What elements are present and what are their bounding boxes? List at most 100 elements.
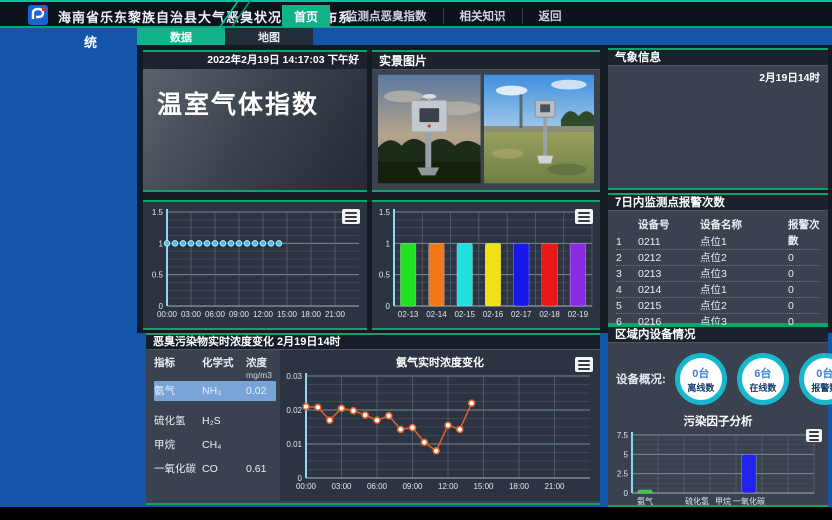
chart-menu-icon[interactable] [806, 429, 822, 442]
photos-panel-title: 实景图片 [372, 52, 600, 70]
cell: NH₃ [202, 381, 246, 401]
weather-body: 2月19日14时 [608, 66, 828, 189]
column-header: 化学式 [202, 357, 246, 381]
cell: 硫化氢 [154, 411, 202, 431]
ammonia-chart-area: 氨气实时浓度变化 00.010.020.0300:0003:0006:0009:… [280, 350, 600, 501]
table-row: 50215点位20 [616, 298, 820, 314]
cell: 点位2 [700, 250, 788, 266]
table-row: 30213点位30 [616, 266, 820, 282]
nav-back[interactable]: 返回 [522, 8, 578, 24]
cell: 0 [788, 282, 820, 298]
device-stat-circle: 6台在线数 [737, 353, 789, 405]
column-header: 浓度mg/m3 [246, 357, 276, 381]
chart-menu-icon[interactable] [342, 209, 360, 224]
tab-map[interactable]: 地图 [225, 28, 313, 45]
unit-label: mg/m3 [246, 369, 276, 381]
svg-text:02-14: 02-14 [426, 310, 447, 319]
svg-text:02-19: 02-19 [568, 310, 589, 319]
pollution-analysis-title: 污染因子分析 [608, 413, 828, 429]
weather-panel: 气象信息 2月19日14时 [608, 48, 828, 190]
svg-text:0: 0 [386, 302, 391, 311]
cell: 0211 [638, 234, 700, 250]
cell: 5 [616, 298, 638, 314]
svg-text:2.5: 2.5 [617, 470, 629, 479]
greeting-panel: 2022年2月19日 14:17:03 下午好 温室气体指数 [143, 50, 367, 192]
device-stats: 0台离线数6台在线数0台报警数 [675, 353, 832, 405]
svg-text:1.5: 1.5 [379, 208, 391, 217]
svg-text:15:00: 15:00 [277, 310, 298, 319]
svg-text:02-18: 02-18 [539, 310, 560, 319]
tab-data[interactable]: 数据 [137, 28, 225, 45]
svg-text:甲烷: 甲烷 [715, 496, 731, 506]
chart-menu-icon[interactable] [575, 209, 593, 224]
cell: 0.02 [246, 381, 276, 401]
pollution-factor-area: 02.557.5氨气硫化氢甲烷一氧化碳 [608, 431, 828, 516]
cell [246, 411, 276, 431]
svg-text:0.02: 0.02 [286, 406, 302, 415]
svg-text:0.01: 0.01 [286, 440, 302, 449]
nav-knowledge[interactable]: 相关知识 [443, 8, 522, 24]
page-headline: 温室气体指数 [143, 69, 367, 121]
view-tabs: 数据 地图 [137, 28, 313, 45]
svg-text:氨气: 氨气 [637, 496, 653, 506]
svg-text:21:00: 21:00 [544, 482, 565, 491]
svg-text:1: 1 [386, 239, 391, 248]
table-row[interactable]: 氨气NH₃0.02 [154, 381, 276, 401]
cell: CH₄ [202, 435, 246, 455]
stat-count: 6台 [754, 365, 771, 381]
device-body: 设备概况: 0台离线数6台在线数0台报警数 污染因子分析 02.557.5氨气硫… [608, 343, 828, 504]
cell: 0 [788, 234, 820, 250]
alarm-table: 设备号设备名称报警次数10211点位1020212点位2030213点位3040… [608, 211, 828, 330]
device-panel: 区域内设备情况 设备概况: 0台离线数6台在线数0台报警数 污染因子分析 02.… [608, 325, 828, 507]
svg-text:0: 0 [624, 489, 629, 498]
datetime-text: 2022年2月19日 14:17:03 下午好 [143, 52, 367, 69]
svg-text:00:00: 00:00 [157, 310, 178, 319]
table-row[interactable]: 硫化氢H₂S [154, 411, 276, 431]
greenhouse-trend-panel: 00.511.500:0003:0006:0009:0012:0015:0018… [143, 200, 367, 330]
dashboard-page: 海南省乐东黎族自治县大气恶臭状况实时发布系 首页 监测点恶臭指数 相关知识 返回… [0, 0, 832, 520]
cell: 4 [616, 282, 638, 298]
svg-text:15:00: 15:00 [473, 482, 494, 491]
cell: 0214 [638, 282, 700, 298]
app-logo [28, 5, 48, 25]
site-photo-right [484, 74, 594, 184]
stat-label: 离线数 [687, 381, 714, 394]
cell: 点位2 [700, 298, 788, 314]
cell: 3 [616, 266, 638, 282]
nav-monitor-odor-index[interactable]: 监测点恶臭指数 [330, 8, 443, 24]
daily-index-panel: 00.511.502-1302-1402-1502-1602-1702-1802… [372, 200, 600, 330]
cell: 氨气 [154, 381, 202, 401]
greeting-body: 温室气体指数 [143, 69, 367, 190]
cell: 0 [788, 250, 820, 266]
photos-panel: 实景图片 [372, 50, 600, 192]
table-row[interactable]: 甲烷CH₄ [154, 435, 276, 455]
svg-text:09:00: 09:00 [229, 310, 250, 319]
site-photo-left [378, 74, 481, 184]
stat-count: 0台 [816, 365, 832, 381]
table-row[interactable]: 一氧化碳CO0.61 [154, 459, 276, 479]
cell: 0213 [638, 266, 700, 282]
svg-text:12:00: 12:00 [253, 310, 274, 319]
svg-text:02-13: 02-13 [398, 310, 419, 319]
odor-table-header: 指标化学式浓度mg/m3 [154, 355, 276, 379]
svg-text:00:00: 00:00 [296, 482, 317, 491]
cell: H₂S [202, 411, 246, 431]
alarm-panel: 7日内监测点报警次数 设备号设备名称报警次数10211点位1020212点位20… [608, 193, 828, 325]
table-row: 10211点位10 [616, 234, 820, 250]
nav-home[interactable]: 首页 [282, 5, 330, 27]
cell: 点位1 [700, 234, 788, 250]
chart-menu-icon[interactable] [575, 357, 593, 372]
top-header: 海南省乐东黎族自治县大气恶臭状况实时发布系 首页 监测点恶臭指数 相关知识 返回 [0, 0, 832, 28]
odor-body: 指标化学式浓度mg/m3氨气NH₃0.02硫化氢H₂S甲烷CH₄一氧化碳CO0.… [146, 350, 600, 501]
svg-text:03:00: 03:00 [331, 482, 352, 491]
cell: 0 [788, 298, 820, 314]
svg-text:5: 5 [624, 450, 629, 459]
main-nav: 首页 监测点恶臭指数 相关知识 返回 [282, 4, 578, 28]
cell: 0 [788, 266, 820, 282]
cell: 点位1 [700, 282, 788, 298]
alarm-table-header: 设备号设备名称报警次数 [616, 217, 820, 234]
photos-body [372, 70, 600, 190]
weather-time: 2月19日14时 [759, 70, 820, 85]
table-row: 20212点位20 [616, 250, 820, 266]
svg-text:18:00: 18:00 [301, 310, 322, 319]
